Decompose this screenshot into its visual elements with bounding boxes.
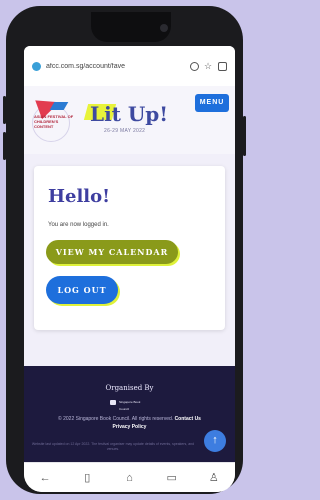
tabs-icon[interactable]: [190, 61, 199, 71]
fine-print: Website last updated on 12 Apr 2022. The…: [31, 442, 195, 451]
camera: [160, 24, 168, 32]
phone-screen: afcc.com.sg/account/fave ☆ ASIAN FESTIVA…: [24, 46, 235, 492]
logout-button[interactable]: LOG OUT: [46, 276, 118, 304]
lit-up-logo[interactable]: Lit Up!: [90, 102, 168, 126]
more-icon[interactable]: [218, 61, 227, 71]
arrow-up-icon[interactable]: ↑: [204, 430, 226, 452]
contact-us-link[interactable]: Contact Us: [175, 416, 201, 422]
account-card: Hello! You are now logged in. VIEW MY CA…: [34, 166, 225, 330]
sbc-logo-mark: [110, 400, 116, 405]
star-icon[interactable]: ☆: [204, 61, 213, 71]
browser-actions: ☆: [190, 61, 227, 71]
browser-url-bar[interactable]: afcc.com.sg/account/fave ☆: [24, 46, 235, 86]
site-header: ASIAN FESTIVAL OF CHILDREN'S CONTENT Lit…: [24, 86, 235, 154]
gamepad-icon[interactable]: ▭: [165, 471, 179, 485]
view-calendar-button[interactable]: VIEW MY CALENDAR: [46, 240, 178, 264]
copyright-text: © 2022 Singapore Book Council. All right…: [28, 415, 231, 431]
menu-button[interactable]: MENU: [195, 94, 229, 112]
logo-wing-shape: [49, 102, 69, 110]
site-footer: Organised By Singapore Book Council © 20…: [24, 366, 235, 462]
phone-side-button: [243, 116, 246, 156]
url-text[interactable]: afcc.com.sg/account/fave: [46, 63, 190, 70]
organised-by-heading: Organised By: [105, 384, 154, 392]
main-content: Hello! You are now logged in. VIEW MY CA…: [24, 154, 235, 366]
sbc-logo[interactable]: Singapore Book Council: [110, 399, 150, 411]
festival-name: ASIAN FESTIVAL OF CHILDREN'S CONTENT: [34, 114, 74, 129]
phone-side-button: [3, 96, 6, 124]
book-icon[interactable]: ▯: [80, 471, 94, 485]
phone-side-button: [3, 132, 6, 160]
festival-logo[interactable]: ASIAN FESTIVAL OF CHILDREN'S CONTENT: [32, 92, 74, 142]
login-status-text: You are now logged in.: [48, 222, 109, 228]
browser-bottom-nav: ← ▯ ⌂ ▭ ♙: [24, 462, 235, 492]
greeting-heading: Hello!: [48, 186, 111, 207]
sbc-logo-text: Singapore Book Council: [119, 400, 141, 411]
lock-icon: [32, 61, 41, 71]
logo-date: 26-29 MAY 2022: [104, 128, 146, 134]
profile-icon[interactable]: ♙: [207, 471, 221, 485]
phone-frame: afcc.com.sg/account/fave ☆ ASIAN FESTIVA…: [3, 6, 246, 494]
copyright-notice: © 2022 Singapore Book Council. All right…: [58, 416, 174, 422]
home-icon[interactable]: ⌂: [122, 471, 136, 485]
privacy-policy-link[interactable]: Privacy Policy: [113, 424, 147, 430]
phone-notch: [91, 12, 171, 42]
back-arrow-icon[interactable]: ←: [38, 471, 52, 485]
